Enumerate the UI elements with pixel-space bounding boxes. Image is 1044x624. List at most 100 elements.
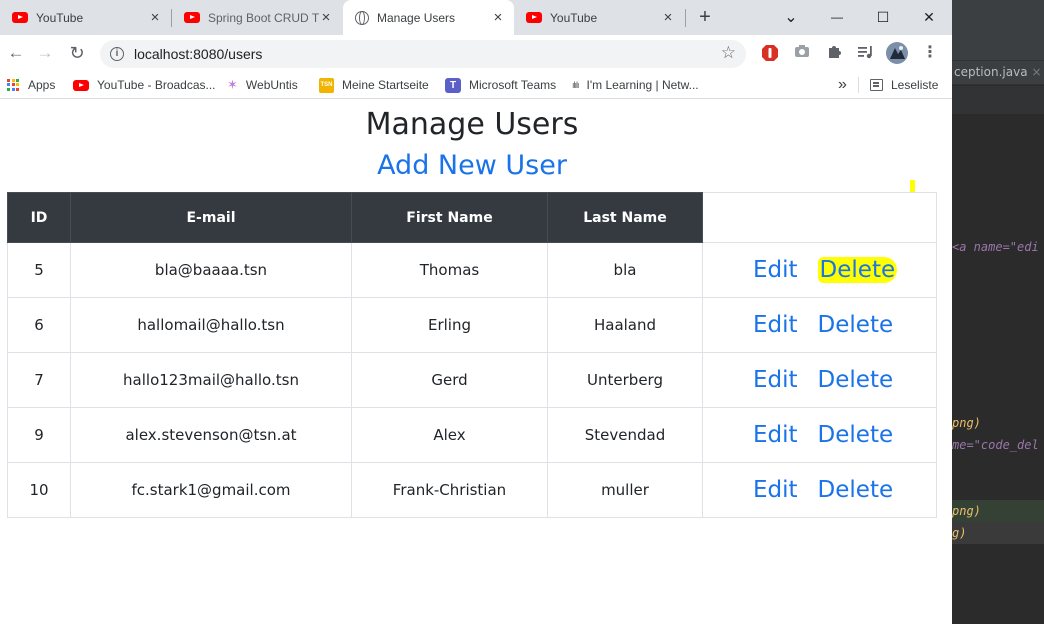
teams-icon: T (445, 77, 461, 93)
bookmark-webuntis[interactable]: ✶ WebUntis (227, 77, 298, 93)
tab-youtube-2[interactable]: YouTube × (514, 0, 684, 35)
bookmark-label: Microsoft Teams (469, 78, 557, 92)
cell-first-name: Gerd (351, 352, 548, 408)
page-title: Manage Users (365, 107, 579, 142)
browser-window: YouTube × Spring Boot CRUD T × Manage Us… (0, 0, 952, 624)
bookmark-apps[interactable]: Apps (7, 77, 55, 93)
delete-link[interactable]: Delete (818, 367, 894, 393)
bookmark-youtube[interactable]: YouTube - Broadcas... (73, 77, 216, 93)
column-header-id: ID (7, 192, 71, 243)
profile-avatar[interactable] (886, 42, 908, 64)
browser-toolbar: ← → ↻ i localhost:8080/users ☆ ⋮ (0, 35, 952, 71)
cell-actions: Edit Delete (702, 352, 937, 408)
forward-arrow-icon[interactable]: → (33, 41, 57, 65)
close-icon[interactable]: × (660, 10, 676, 26)
bookmarks-bar: Apps YouTube - Broadcas... ✶ WebUntis TS… (0, 71, 952, 99)
close-window-button[interactable]: ✕ (906, 0, 952, 35)
code-line: png) (952, 504, 981, 518)
info-icon[interactable]: i (110, 47, 124, 61)
delete-link[interactable]: Delete (817, 257, 898, 283)
cell-first-name: Frank-Christian (351, 462, 548, 518)
edit-link[interactable]: Edit (753, 422, 798, 448)
more-menu-icon[interactable]: ⋮ (921, 44, 939, 62)
tab-manage-users[interactable]: Manage Users × (343, 0, 514, 35)
reload-icon[interactable]: ↻ (65, 41, 89, 65)
cell-id: 9 (7, 407, 71, 463)
bookmark-meine-startseite[interactable]: TSN Meine Startseite (319, 77, 429, 93)
tab-strip: YouTube × Spring Boot CRUD T × Manage Us… (0, 0, 952, 35)
camera-icon[interactable] (793, 44, 811, 62)
cell-last-name: bla (547, 242, 703, 298)
cell-last-name: Haaland (547, 297, 703, 353)
bookmark-label: WebUntis (245, 78, 298, 92)
tab-spring-boot[interactable]: Spring Boot CRUD T × (172, 0, 342, 35)
reading-list-label: Leseliste (891, 78, 939, 92)
table-row: 6 hallomail@hallo.tsn Erling Haaland Edi… (7, 297, 937, 353)
cell-first-name: Thomas (351, 242, 548, 298)
table-row: 7 hallo123mail@hallo.tsn Gerd Unterberg … (7, 352, 937, 408)
close-icon[interactable]: × (490, 10, 506, 26)
bookmark-star-icon[interactable]: ☆ (721, 43, 736, 63)
ide-toolbar (952, 0, 1044, 60)
cell-email: bla@baaaa.tsn (70, 242, 352, 298)
url-text[interactable]: localhost:8080/users (134, 46, 262, 62)
cell-first-name: Erling (351, 297, 548, 353)
table-row: 9 alex.stevenson@tsn.at Alex Stevendad E… (7, 407, 937, 463)
ide-tab-label: ception.java (954, 65, 1028, 79)
code-line: <a name="edi (952, 240, 1039, 254)
tsn-icon: TSN (319, 77, 334, 93)
code-line: me="code_del (952, 438, 1039, 452)
tab-title: YouTube (550, 10, 598, 25)
maximize-button[interactable]: ☐ (860, 0, 906, 35)
cisco-icon: ılılı (572, 80, 579, 90)
ide-editor-tab[interactable]: ception.java × (952, 60, 1044, 85)
delete-link[interactable]: Delete (818, 312, 894, 338)
youtube-icon (526, 12, 542, 23)
back-arrow-icon[interactable]: ← (4, 41, 28, 65)
address-bar[interactable]: i localhost:8080/users ☆ (100, 40, 746, 68)
ide-background-window: ception.java × <a name="edi png) me="code… (952, 0, 1044, 624)
add-new-user-link[interactable]: Add New User (0, 150, 944, 181)
close-icon[interactable]: × (1032, 65, 1042, 79)
tab-title: Spring Boot CRUD T (208, 10, 320, 25)
ide-gutter (952, 86, 1044, 114)
extensions-puzzle-icon[interactable] (825, 44, 843, 62)
media-control-icon[interactable] (857, 44, 875, 62)
edit-link[interactable]: Edit (753, 367, 798, 393)
bookmarks-divider (858, 77, 859, 93)
cell-email: hallo123mail@hallo.tsn (70, 352, 352, 408)
tab-title: Manage Users (377, 10, 456, 25)
close-icon[interactable]: × (318, 10, 334, 26)
cell-last-name: Unterberg (547, 352, 703, 408)
page-content: Manage Users Add New User ID E-mail Firs… (0, 100, 952, 624)
adblock-icon[interactable] (761, 44, 779, 62)
apps-icon (7, 78, 20, 92)
delete-link[interactable]: Delete (818, 422, 894, 448)
cell-id: 5 (7, 242, 71, 298)
edit-link[interactable]: Edit (753, 257, 798, 283)
bookmark-label: Apps (28, 78, 56, 92)
reading-list-icon (870, 79, 883, 91)
edit-link[interactable]: Edit (753, 312, 798, 338)
bookmark-label: Meine Startseite (342, 78, 429, 92)
cell-email: alex.stevenson@tsn.at (70, 407, 352, 463)
reading-list-button[interactable]: Leseliste (870, 77, 938, 93)
bookmark-im-learning[interactable]: ılılı I'm Learning | Netw... (572, 77, 699, 93)
edit-link[interactable]: Edit (753, 477, 798, 503)
cell-email: hallomail@hallo.tsn (70, 297, 352, 353)
code-line: g) (952, 526, 967, 540)
tab-youtube-1[interactable]: YouTube × (0, 0, 171, 35)
code-line: png) (952, 416, 981, 430)
column-header-first-name: First Name (351, 192, 548, 243)
tab-search-chevron-icon[interactable]: ⌄ (768, 0, 814, 35)
table-row: 10 fc.stark1@gmail.com Frank-Christian m… (7, 462, 937, 518)
minimize-button[interactable]: — (814, 0, 860, 35)
bookmark-microsoft-teams[interactable]: T Microsoft Teams (445, 77, 556, 93)
table-header-row: ID E-mail First Name Last Name (7, 192, 937, 243)
new-tab-button[interactable]: + (694, 6, 716, 28)
webuntis-icon: ✶ (227, 77, 238, 92)
close-icon[interactable]: × (147, 10, 163, 26)
bookmarks-overflow-icon[interactable]: » (838, 76, 847, 93)
cell-first-name: Alex (351, 407, 548, 463)
delete-link[interactable]: Delete (818, 477, 894, 503)
